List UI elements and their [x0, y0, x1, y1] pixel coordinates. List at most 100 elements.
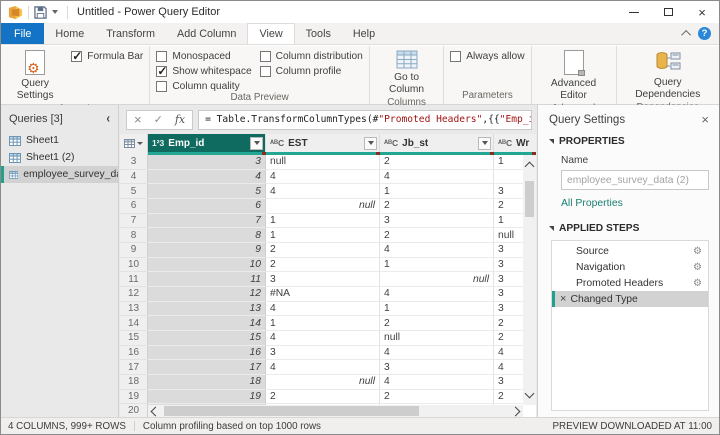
row-number[interactable]: 3: [120, 155, 148, 170]
minimize-button[interactable]: [617, 1, 651, 23]
row-number[interactable]: 13: [120, 301, 148, 317]
step-source[interactable]: Source ⚙: [552, 243, 708, 259]
cell[interactable]: 3: [266, 345, 380, 361]
row-number[interactable]: 6: [120, 198, 148, 214]
cell[interactable]: null: [380, 272, 494, 287]
cell-emp-id[interactable]: 3: [148, 155, 266, 170]
save-icon[interactable]: [34, 5, 47, 19]
tab-add-column[interactable]: Add Column: [166, 23, 247, 44]
cell[interactable]: 2: [266, 389, 380, 405]
column-filter-dropdown-icon[interactable]: [478, 136, 491, 150]
cell-emp-id[interactable]: 6: [148, 198, 266, 214]
cell-emp-id[interactable]: 10: [148, 257, 266, 273]
vertical-scrollbar[interactable]: [523, 155, 536, 405]
cell[interactable]: 2: [380, 155, 494, 170]
row-number[interactable]: 5: [120, 184, 148, 199]
delete-step-icon[interactable]: ×: [560, 293, 566, 305]
cell[interactable]: 4: [266, 169, 380, 185]
cell[interactable]: 2: [380, 228, 494, 243]
cell[interactable]: 3: [380, 213, 494, 229]
maximize-button[interactable]: [651, 1, 685, 23]
column-header-est[interactable]: ᴬᴮC EST: [266, 134, 380, 152]
cell[interactable]: 1: [266, 316, 380, 331]
cell[interactable]: null: [266, 374, 380, 390]
column-filter-dropdown-icon[interactable]: [364, 136, 377, 150]
collapse-queries-pane-icon[interactable]: ‹: [106, 111, 110, 125]
cell[interactable]: null: [266, 155, 380, 170]
cell-emp-id[interactable]: 15: [148, 330, 266, 346]
cell-emp-id[interactable]: 9: [148, 242, 266, 258]
row-number[interactable]: 20: [120, 404, 148, 417]
cell[interactable]: null: [266, 198, 380, 214]
properties-section-header[interactable]: PROPERTIES: [549, 136, 709, 147]
cell[interactable]: 4: [380, 286, 494, 302]
cell[interactable]: 4: [266, 301, 380, 317]
row-number[interactable]: 14: [120, 316, 148, 331]
row-number[interactable]: 4: [120, 169, 148, 185]
row-number[interactable]: 9: [120, 242, 148, 258]
formula-bar-checkbox[interactable]: Formula Bar: [71, 49, 143, 63]
formula-input[interactable]: = Table.TransformColumnTypes(# "Promoted …: [198, 109, 532, 130]
row-number[interactable]: 16: [120, 345, 148, 361]
close-button[interactable]: ×: [685, 1, 719, 23]
row-number[interactable]: 10: [120, 257, 148, 273]
cell-emp-id[interactable]: 11: [148, 272, 266, 287]
column-distribution-checkbox[interactable]: Column distribution: [259, 51, 363, 62]
cell[interactable]: 4: [266, 184, 380, 199]
cell-emp-id[interactable]: 8: [148, 228, 266, 243]
tab-tools[interactable]: Tools: [295, 23, 342, 44]
step-settings-gear-icon[interactable]: ⚙: [693, 262, 702, 273]
scroll-up-icon[interactable]: [524, 161, 535, 172]
applied-steps-section-header[interactable]: APPLIED STEPS: [549, 223, 709, 234]
horizontal-scrollbar[interactable]: [148, 405, 523, 417]
cell[interactable]: 1: [380, 301, 494, 317]
tab-file[interactable]: File: [1, 23, 45, 44]
show-whitespace-checkbox[interactable]: Show whitespace: [156, 64, 252, 78]
horizontal-scroll-thumb[interactable]: [164, 406, 419, 416]
cell-emp-id[interactable]: 18: [148, 374, 266, 390]
cell[interactable]: 3: [380, 360, 494, 375]
cell[interactable]: 1: [380, 257, 494, 273]
step-settings-gear-icon[interactable]: ⚙: [693, 278, 702, 289]
scroll-right-icon[interactable]: [510, 406, 521, 416]
cell-emp-id[interactable]: 14: [148, 316, 266, 331]
collapse-ribbon-icon[interactable]: [681, 29, 692, 40]
advanced-editor-button[interactable]: Advanced Editor: [538, 49, 610, 103]
cell[interactable]: 4: [380, 345, 494, 361]
profiling-status[interactable]: Column profiling based on top 1000 rows: [143, 421, 321, 432]
cell[interactable]: 2: [266, 242, 380, 258]
column-header-emp-id[interactable]: 1²3 Emp_id: [148, 134, 266, 152]
cell[interactable]: 1: [380, 184, 494, 199]
cancel-formula-icon[interactable]: ×: [134, 113, 142, 126]
column-header-jb-st[interactable]: ᴬᴮC Jb_st: [380, 134, 494, 152]
cell[interactable]: 2: [380, 316, 494, 331]
row-number[interactable]: 11: [120, 272, 148, 287]
quick-access-dropdown-icon[interactable]: [52, 10, 58, 14]
column-filter-dropdown-icon[interactable]: [250, 136, 263, 150]
table-menu-button[interactable]: [120, 134, 148, 152]
step-changed-type[interactable]: × Changed Type: [552, 291, 708, 307]
cell[interactable]: 1: [266, 213, 380, 229]
row-number[interactable]: 18: [120, 374, 148, 390]
cell-emp-id[interactable]: 5: [148, 184, 266, 199]
all-properties-link[interactable]: All Properties: [561, 198, 709, 209]
column-header-wr[interactable]: ᴬᴮC Wr: [494, 134, 536, 152]
commit-formula-icon[interactable]: ✓: [154, 113, 163, 126]
cell[interactable]: 2: [380, 389, 494, 405]
cell-emp-id[interactable]: 16: [148, 345, 266, 361]
cell[interactable]: 2: [380, 198, 494, 214]
query-item-sheet1[interactable]: Sheet1: [1, 132, 118, 149]
tab-home[interactable]: Home: [44, 23, 95, 44]
cell[interactable]: 2: [266, 257, 380, 273]
row-number[interactable]: 8: [120, 228, 148, 243]
step-navigation[interactable]: Navigation ⚙: [552, 259, 708, 275]
cell[interactable]: 4: [380, 169, 494, 185]
query-dependencies-button[interactable]: Query Dependencies: [623, 49, 714, 102]
column-quality-checkbox[interactable]: Column quality: [156, 81, 251, 92]
cell-emp-id[interactable]: 4: [148, 169, 266, 185]
cell-emp-id[interactable]: 19: [148, 389, 266, 405]
close-pane-icon[interactable]: ×: [701, 113, 709, 126]
row-number[interactable]: 7: [120, 213, 148, 229]
fx-icon[interactable]: fx: [175, 113, 185, 126]
cell-emp-id[interactable]: 13: [148, 301, 266, 317]
